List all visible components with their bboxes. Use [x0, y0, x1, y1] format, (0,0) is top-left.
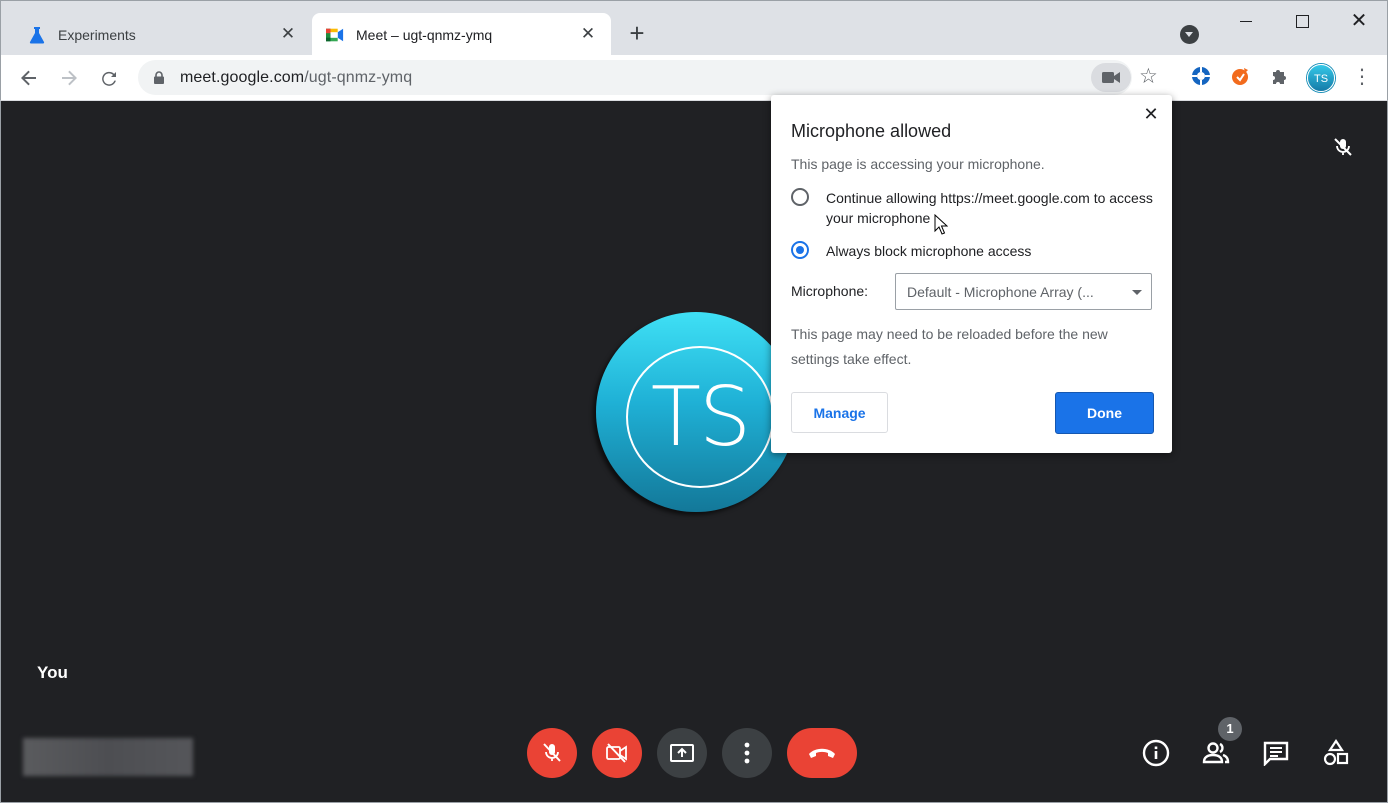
done-button[interactable]: Done [1055, 392, 1154, 434]
mic-off-icon [543, 743, 561, 762]
browser-menu-icon[interactable]: ⋮ [1352, 64, 1372, 92]
option-continue-allowing[interactable]: Continue allowing https://meet.google.co… [791, 188, 1161, 228]
back-arrow-icon[interactable] [15, 64, 43, 92]
minimize-icon[interactable] [1234, 9, 1258, 33]
camera-off-icon [606, 743, 627, 763]
microphone-label: Microphone: [791, 283, 869, 299]
present-screen-icon [670, 744, 694, 762]
radio-always-block[interactable] [791, 241, 809, 259]
more-options-button[interactable] [722, 728, 772, 778]
extension-orange-icon[interactable] [1230, 65, 1252, 87]
hang-up-icon [809, 748, 835, 758]
tab-title: Meet – ugt-qnmz-ymq [356, 26, 493, 43]
option-label: Always block microphone access [826, 243, 1032, 259]
manage-button[interactable]: Manage [791, 392, 888, 433]
leave-call-button[interactable] [787, 728, 857, 778]
url-text: meet.google.com/ugt-qnmz-ymq [180, 69, 412, 87]
camera-off-button[interactable] [592, 728, 642, 778]
tab-meet[interactable]: Meet – ugt-qnmz-ymq ✕ [312, 13, 611, 56]
more-options-icon [744, 742, 750, 764]
mic-off-button[interactable] [527, 728, 577, 778]
popup-title: Microphone allowed [791, 121, 952, 141]
browser-toolbar: meet.google.com/ugt-qnmz-ymq ☆ TS ⋮ [0, 55, 1388, 101]
tab-search-icon[interactable] [1180, 25, 1199, 44]
maximize-icon[interactable] [1290, 9, 1314, 33]
bookmark-star-icon[interactable]: ☆ [1139, 65, 1158, 89]
new-tab-plus-icon[interactable]: + [623, 20, 651, 48]
people-icon[interactable] [1200, 737, 1232, 769]
avatar-initials: TS [650, 369, 751, 465]
address-bar[interactable]: meet.google.com/ugt-qnmz-ymq ☆ [138, 60, 1158, 95]
avatar-ring: TS [626, 346, 774, 488]
profile-avatar[interactable]: TS [1307, 64, 1335, 92]
participant-avatar: TS [596, 312, 796, 512]
close-popup-icon[interactable]: ✕ [1141, 104, 1161, 124]
close-tab-icon[interactable]: ✕ [579, 25, 597, 43]
meeting-info-icon[interactable] [1140, 737, 1172, 769]
participant-count-badge: 1 [1218, 717, 1242, 741]
tab-title: Experiments [58, 26, 136, 43]
tab-experiments[interactable]: Experiments ✕ [14, 13, 311, 56]
meet-stage: TS You 1 [0, 101, 1388, 803]
extension-blue-icon[interactable] [1190, 65, 1212, 87]
self-name-label: You [37, 663, 68, 682]
reload-note: This page may need to be reloaded before… [791, 326, 1108, 367]
extensions-puzzle-icon[interactable] [1269, 65, 1291, 87]
muted-mic-icon [1332, 136, 1354, 158]
microphone-permission-popup: Microphone allowed ✕ This page is access… [771, 95, 1172, 453]
mouse-cursor-icon [934, 213, 949, 236]
lock-icon[interactable] [153, 71, 165, 84]
activities-icon[interactable] [1320, 737, 1352, 769]
chat-icon[interactable] [1260, 737, 1292, 769]
radio-continue-allowing[interactable] [791, 188, 809, 206]
forward-arrow-icon[interactable] [55, 64, 83, 92]
tab-strip: Experiments ✕ Meet – ugt-qnmz-ymq ✕ + ✕ [0, 0, 1388, 56]
option-always-block[interactable]: Always block microphone access [791, 241, 1161, 261]
flask-icon [28, 26, 46, 44]
popup-description: This page is accessing your microphone. [791, 156, 1045, 172]
microphone-select[interactable]: Default - Microphone Array (... [895, 273, 1152, 310]
google-meet-icon [326, 26, 344, 44]
blurred-meeting-details [23, 738, 193, 776]
close-tab-icon[interactable]: ✕ [279, 25, 297, 43]
camera-permission-icon[interactable] [1091, 63, 1131, 92]
url-path: /ugt-qnmz-ymq [304, 69, 413, 86]
reload-icon[interactable] [96, 64, 124, 92]
window-close-icon[interactable]: ✕ [1347, 9, 1371, 33]
present-screen-button[interactable] [657, 728, 707, 778]
option-label: Continue allowing https://meet.google.co… [826, 190, 1153, 226]
url-domain: meet.google.com [180, 69, 305, 86]
